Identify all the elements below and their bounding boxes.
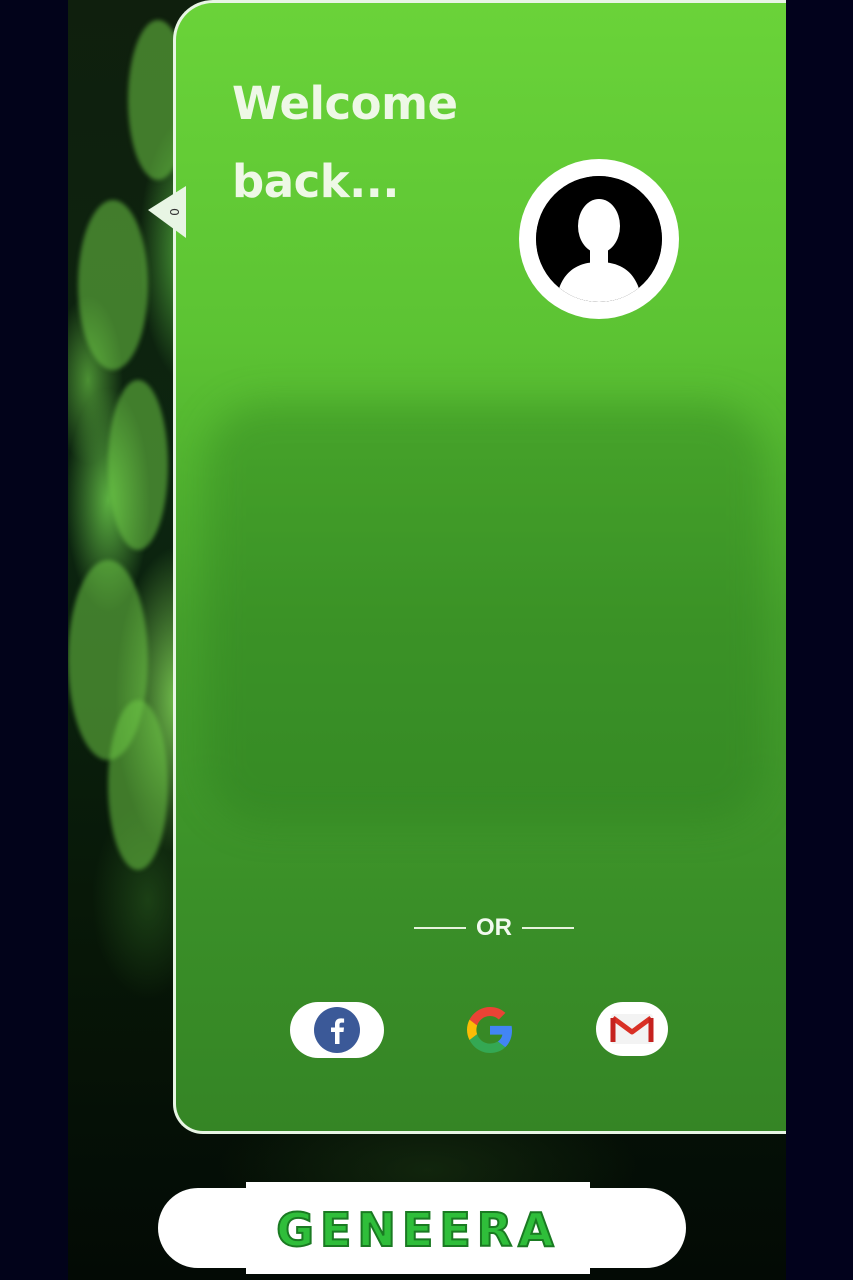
facebook-login-button[interactable] xyxy=(290,1002,384,1058)
divider-line-right xyxy=(522,927,574,929)
background-right-strip xyxy=(786,0,853,1280)
side-tab-handle[interactable]: 0 xyxy=(148,186,188,238)
facebook-icon xyxy=(314,1007,360,1053)
avatar[interactable] xyxy=(519,159,679,319)
user-silhouette-icon xyxy=(536,176,662,302)
welcome-line-1: Welcome xyxy=(232,77,458,130)
welcome-heading: Welcome back... xyxy=(232,65,532,221)
background-left-strip xyxy=(0,0,68,1280)
login-card: Welcome back... OR xyxy=(173,0,786,1134)
brand-logo: GENEERA xyxy=(275,1202,560,1258)
google-icon xyxy=(467,1007,512,1053)
or-divider: OR xyxy=(414,913,574,943)
blurred-form-area xyxy=(206,403,766,823)
divider-line-left xyxy=(414,927,466,929)
or-label: OR xyxy=(476,914,512,941)
welcome-line-2: back... xyxy=(232,155,399,208)
side-tab-glyph: 0 xyxy=(167,208,181,216)
gmail-icon xyxy=(610,1014,654,1044)
gmail-login-button[interactable] xyxy=(596,1002,668,1056)
google-login-button[interactable] xyxy=(460,1000,520,1060)
